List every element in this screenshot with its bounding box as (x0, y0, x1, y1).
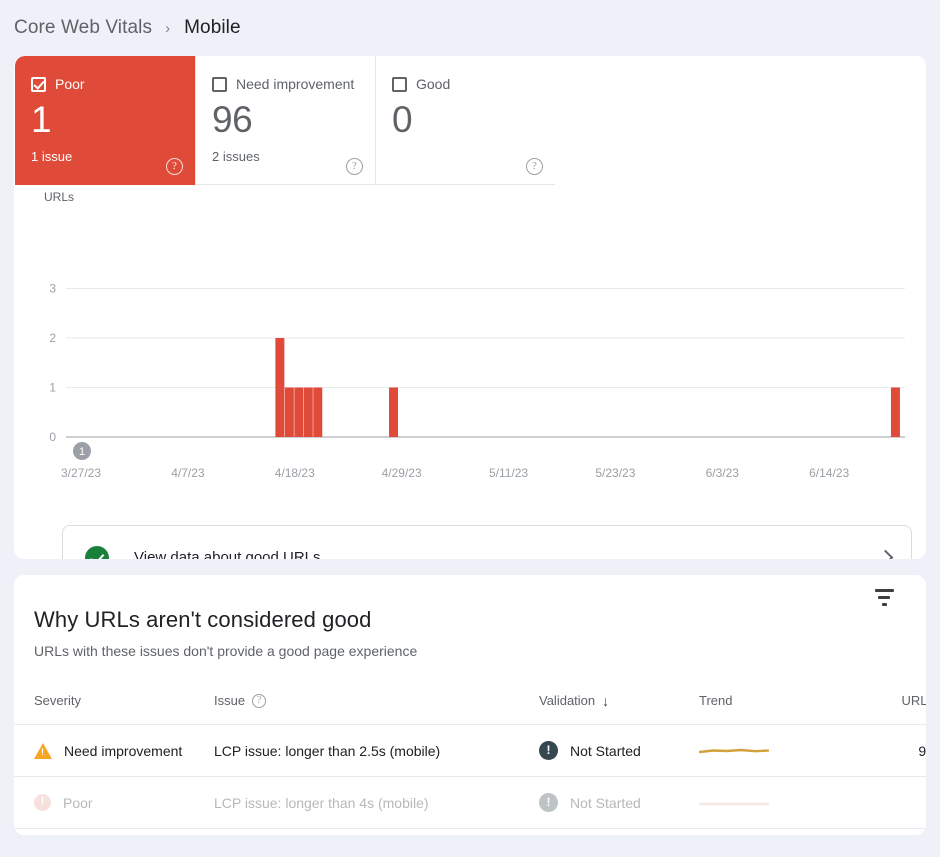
status-tile-good[interactable]: Good 0 ? (375, 56, 555, 185)
svg-text:4/18/23: 4/18/23 (275, 466, 315, 480)
table-row[interactable]: Need improvement LCP issue: longer than … (14, 724, 926, 777)
svg-text:URLs: URLs (44, 190, 74, 204)
svg-text:6/14/23: 6/14/23 (809, 466, 849, 480)
cell-issue[interactable]: LCP issue: longer than 4s (mobile) (214, 776, 539, 829)
cell-severity: Poor (14, 776, 214, 829)
warning-triangle-icon (34, 742, 52, 759)
sort-descending-icon[interactable]: ↓ (602, 694, 609, 708)
status-tile-need-improvement-label: Need improvement (236, 76, 355, 92)
chevron-right-icon: › (165, 19, 171, 37)
status-tile-good-header: Good (392, 76, 539, 92)
checkbox-need-improvement[interactable] (212, 76, 227, 92)
filter-icon[interactable] (871, 584, 897, 610)
column-header-urls[interactable]: URLs (829, 693, 926, 725)
svg-text:3/27/23: 3/27/23 (61, 466, 101, 480)
exclamation-circle-icon (539, 741, 558, 760)
cell-validation: Not Started (539, 776, 699, 829)
breadcrumb: Core Web Vitals › Mobile (0, 0, 940, 56)
cell-issue[interactable]: LCP issue: longer than 2.5s (mobile) (214, 724, 539, 777)
view-good-urls-label: View data about good URLs (134, 549, 321, 559)
table-row[interactable]: Poor LCP issue: longer than 4s (mobile) … (14, 776, 926, 829)
svg-text:1: 1 (49, 381, 56, 395)
status-tile-poor[interactable]: Poor 1 1 issue ? (15, 56, 195, 185)
issues-table: Severity Issue ? Validation ↓ Trend URLs (14, 693, 926, 829)
urls-over-time-chart[interactable]: URLs 0 1 2 3 3/27/23 4/7/23 4/18/23 4/29/23 5/11/… (14, 185, 926, 505)
svg-text:6/3/23: 6/3/23 (706, 466, 740, 480)
status-tile-poor-count: 1 (31, 99, 52, 140)
checkbox-good[interactable] (392, 76, 407, 92)
issues-header: Why URLs aren't considered good URLs wit… (14, 575, 926, 659)
table-header-row: Severity Issue ? Validation ↓ Trend URLs (14, 693, 926, 725)
view-good-urls-banner[interactable]: View data about good URLs (62, 525, 912, 559)
column-header-validation[interactable]: Validation ↓ (539, 693, 699, 725)
column-header-severity[interactable]: Severity (14, 693, 214, 725)
status-tile-need-improvement-count: 96 (212, 99, 253, 140)
cell-urls: 96 (829, 724, 926, 777)
column-header-issue[interactable]: Issue ? (214, 693, 539, 725)
sparkline-trend (699, 802, 769, 805)
error-circle-icon (34, 794, 51, 811)
exclamation-circle-icon (539, 793, 558, 812)
svg-text:0: 0 (49, 430, 56, 444)
check-circle-icon (85, 545, 109, 559)
column-header-validation-label: Validation (539, 693, 596, 708)
sparkline-trend (699, 748, 769, 753)
issues-card: Why URLs aren't considered good URLs wit… (14, 575, 926, 835)
status-tile-need-improvement-issues: 2 issues (212, 149, 260, 164)
svg-text:4/29/23: 4/29/23 (382, 466, 422, 480)
issues-subtitle: URLs with these issues don't provide a g… (34, 643, 418, 659)
status-tile-poor-issues: 1 issue (31, 149, 73, 164)
help-icon[interactable]: ? (346, 158, 363, 175)
svg-text:4/7/23: 4/7/23 (171, 466, 205, 480)
svg-text:2: 2 (49, 331, 56, 345)
issues-title: Why URLs aren't considered good (34, 607, 372, 632)
validation-label: Not Started (570, 794, 641, 811)
page-title: Mobile (184, 17, 241, 38)
help-icon[interactable]: ? (166, 158, 183, 175)
status-tile-need-improvement-header: Need improvement (212, 76, 359, 92)
svg-text:5/11/23: 5/11/23 (489, 466, 528, 480)
cell-urls: 1 (829, 776, 926, 829)
status-tile-good-label: Good (416, 76, 451, 92)
status-tile-need-improvement[interactable]: Need improvement 96 2 issues ? (195, 56, 375, 185)
status-tiles: Poor 1 1 issue ? Need improvement 96 2 i… (15, 56, 556, 185)
severity-label: Need improvement (64, 742, 183, 759)
cell-trend (699, 776, 829, 829)
svg-text:3: 3 (49, 282, 56, 296)
help-icon[interactable]: ? (252, 693, 267, 708)
cell-validation: Not Started (539, 724, 699, 777)
status-tile-poor-label: Poor (55, 76, 85, 92)
chart-svg: URLs 0 1 2 3 3/27/23 4/7/23 4/18/23 4/29/23 5/11/… (44, 190, 905, 480)
breadcrumb-root-link[interactable]: Core Web Vitals (14, 17, 152, 39)
column-header-trend[interactable]: Trend (699, 693, 829, 725)
column-header-issue-label: Issue (214, 693, 246, 708)
svg-text:1: 1 (79, 446, 85, 458)
help-icon[interactable]: ? (526, 158, 543, 175)
status-tile-good-count: 0 (392, 99, 413, 140)
validation-label: Not Started (570, 742, 641, 759)
checkbox-poor[interactable] (31, 76, 46, 92)
status-tile-poor-header: Poor (31, 76, 179, 92)
overview-card: Poor 1 1 issue ? Need improvement 96 2 i… (14, 56, 926, 559)
severity-label: Poor (63, 794, 93, 811)
chevron-right-icon[interactable] (877, 549, 894, 559)
cell-severity: Need improvement (14, 724, 214, 777)
svg-text:5/23/23: 5/23/23 (595, 466, 635, 480)
cell-trend (699, 724, 829, 777)
